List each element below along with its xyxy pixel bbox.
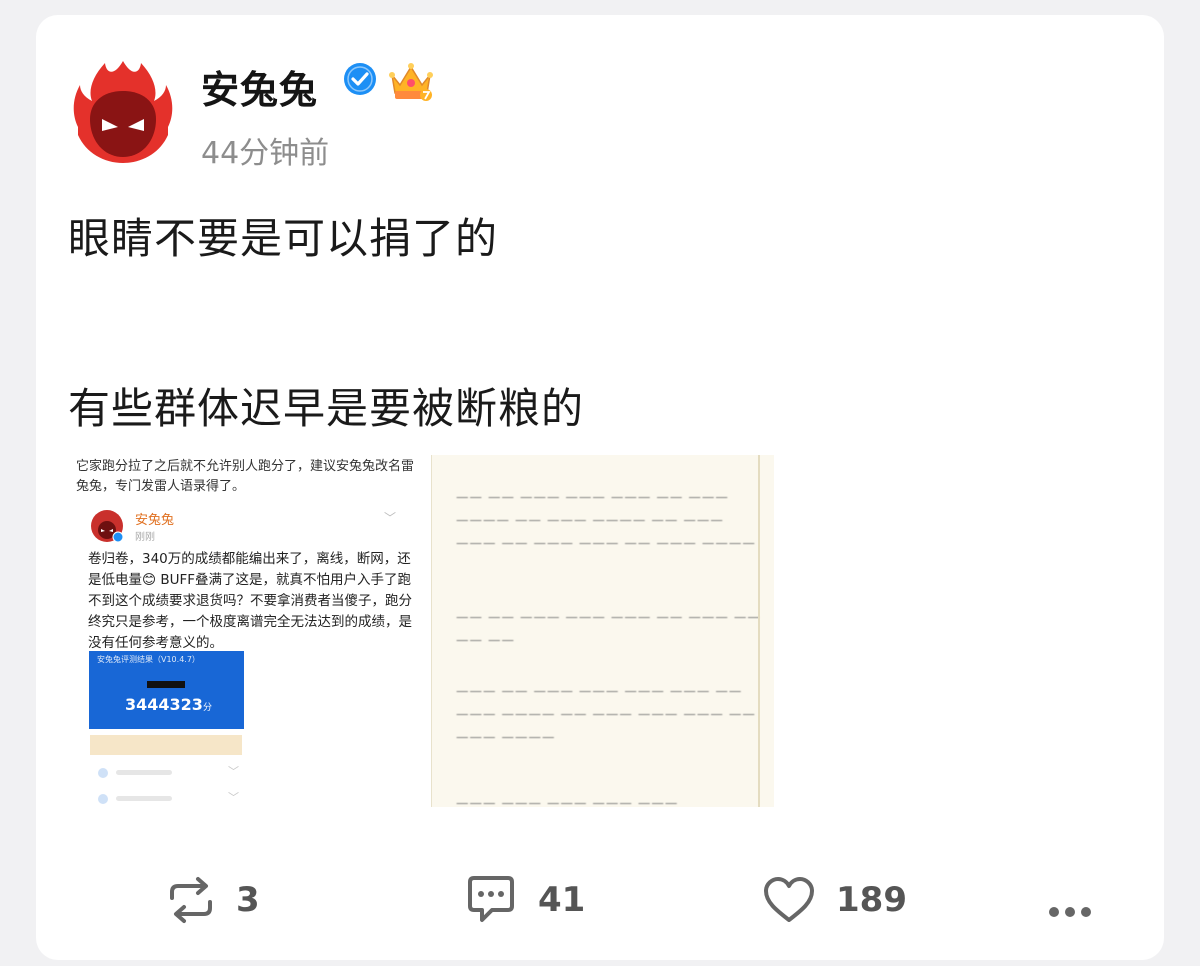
- vip-crown-icon[interactable]: [386, 57, 436, 107]
- comment-count: 41: [538, 880, 586, 920]
- inner-body-text: 卷归卷，340万的成绩都能编出来了，离线，断网，还是低电量😊 BUFF叠满了这是…: [88, 551, 412, 651]
- blurred-paragraph: ——— —— ——— ——— ——— ——— —— ——— ———— —— ——…: [456, 683, 756, 744]
- attached-image-1[interactable]: 它家跑分拉了之后就不允许别人跑分了，建议安兔兔改名雷兔兔，专门发雷人语录得了。 …: [68, 455, 426, 807]
- post-time: 44分钟前: [201, 136, 330, 171]
- action-bar: 3 41 189: [36, 870, 1164, 930]
- verified-badge-icon: [343, 62, 377, 100]
- more-options-icon[interactable]: [1048, 887, 1092, 927]
- blurred-paragraph: —— —— ——— ——— ——— —— ——— —— —— ——: [456, 609, 761, 647]
- inner-avatar: [90, 509, 124, 543]
- page-edge: [758, 455, 760, 807]
- comment-button[interactable]: 41: [464, 870, 585, 930]
- post-text-line-2: 有些群体迟早是要被断粮的: [68, 384, 585, 433]
- like-button[interactable]: 189: [762, 870, 907, 930]
- image-caption: 它家跑分拉了之后就不允许别人跑分了，建议安兔兔改名雷兔兔，专门发雷人语录得了。: [76, 459, 415, 494]
- like-count: 189: [836, 880, 907, 920]
- repost-button[interactable]: 3: [166, 870, 260, 930]
- post-card: 安兔兔 44分钟前 眼睛不要是可以捐了的 有些群体迟早是要被断粮的 它家跑分拉了…: [36, 15, 1164, 960]
- list-item: ﹀: [90, 789, 242, 807]
- inner-author-name: 安兔兔: [135, 513, 175, 528]
- repost-count: 3: [236, 880, 260, 920]
- post-text-line-1: 眼睛不要是可以捐了的: [68, 214, 499, 263]
- repost-icon: [170, 877, 212, 923]
- blurred-paragraph: ——— ——— ——— ——— ———: [456, 795, 679, 807]
- benchmark-screenshot: 安兔兔评测结果（V10.4.7） 3444323分: [89, 651, 244, 729]
- pale-banner: [90, 735, 242, 755]
- benchmark-score: 3444323分: [125, 695, 212, 714]
- author-name[interactable]: 安兔兔: [201, 59, 318, 114]
- comment-icon: [468, 876, 514, 922]
- attached-image-2[interactable]: —— —— ——— ——— ——— —— ——— ———— —— ——— ———…: [431, 455, 774, 807]
- screenshot-title: 安兔兔评测结果（V10.4.7）: [97, 655, 200, 664]
- inner-time: 刚刚: [135, 532, 155, 543]
- blurred-paragraph: —— —— ——— ——— ——— —— ——— ———— —— ——— ———…: [456, 489, 756, 550]
- list-item: ﹀: [90, 763, 242, 781]
- chevron-down-icon: ﹀: [384, 511, 397, 525]
- heart-icon: [764, 877, 814, 922]
- avatar[interactable]: [68, 55, 178, 165]
- redaction-bar: [147, 681, 185, 688]
